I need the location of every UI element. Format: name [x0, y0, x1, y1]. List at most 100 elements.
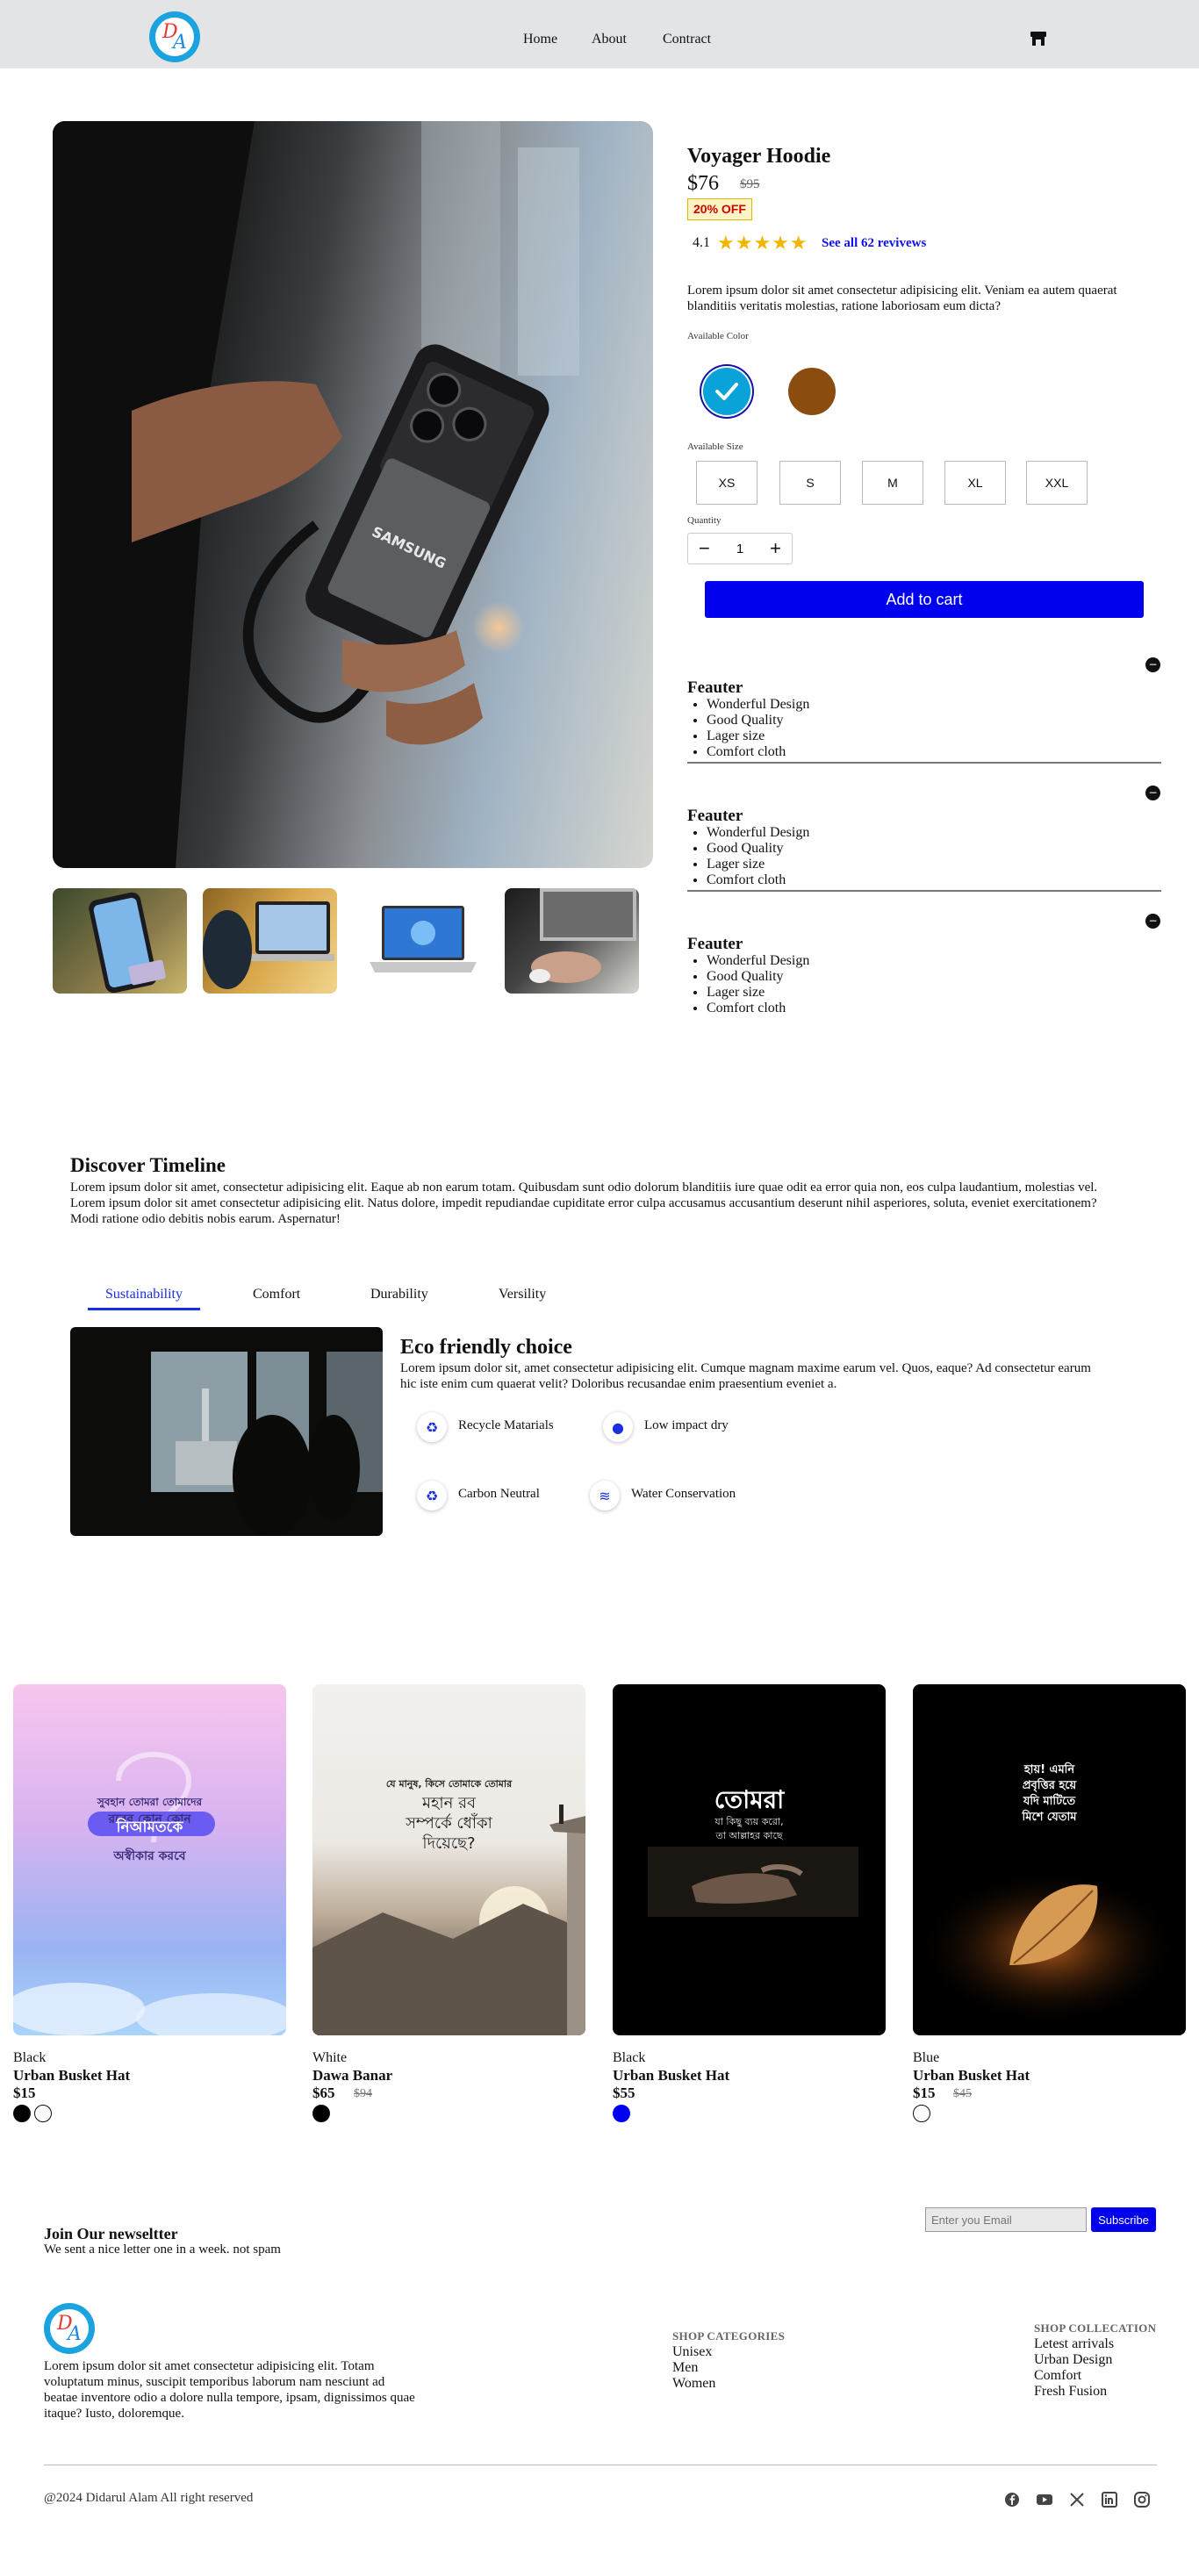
- feature-item: Wonderful Design: [707, 825, 1161, 841]
- size-option-xxl[interactable]: XXL: [1026, 461, 1088, 505]
- color-swatch-brown[interactable]: [788, 368, 836, 415]
- color-dot-white[interactable]: [913, 2105, 930, 2122]
- eco-item-label: Carbon Neutral: [458, 1487, 540, 1501]
- product-price: $76: [687, 172, 719, 195]
- tab-durability[interactable]: Durability: [370, 1287, 428, 1302]
- nav-about-link[interactable]: About: [592, 32, 627, 47]
- newsletter-title: Join Our newseltter: [44, 2225, 178, 2242]
- youtube-icon[interactable]: [1036, 2491, 1053, 2508]
- see-reviews-link[interactable]: See all 62 revivews: [822, 236, 926, 251]
- card-price: $15: [913, 2084, 936, 2101]
- laptop-mouse-photo: [529, 888, 636, 983]
- star-rating-icons: ★★★★★: [717, 232, 808, 254]
- size-label: Available Size: [687, 441, 743, 452]
- card-art-text: নিআমতকে: [116, 1819, 183, 1836]
- eco-image: [70, 1327, 383, 1536]
- thumbnail-1[interactable]: [53, 888, 187, 994]
- size-option-s[interactable]: S: [779, 461, 841, 505]
- collapse-icon[interactable]: −: [1145, 786, 1160, 800]
- size-option-xl[interactable]: XL: [944, 461, 1006, 505]
- feature-item: Lager size: [707, 728, 1161, 744]
- card-price: $15: [13, 2084, 36, 2101]
- collapse-icon[interactable]: −: [1145, 657, 1160, 672]
- footer-link[interactable]: Letest arrivals: [1034, 2336, 1114, 2352]
- card-color-label: Black: [13, 2050, 47, 2065]
- thumbnail-4[interactable]: [505, 888, 639, 994]
- linkedin-icon[interactable]: [1101, 2491, 1118, 2508]
- minus-icon[interactable]: −: [699, 539, 710, 558]
- tab-versility[interactable]: Versility: [499, 1287, 546, 1302]
- feature-item: Comfort cloth: [707, 744, 1161, 760]
- rating-value: 4.1: [693, 235, 710, 250]
- window-skyline-photo: [146, 1346, 383, 1536]
- product-card-image-2[interactable]: যে মানুষ, কিসে তোমাকে তোমার মহান রব সম্প…: [312, 1684, 585, 2035]
- thumbnail-2[interactable]: [203, 888, 337, 994]
- tab-sustainability[interactable]: Sustainability: [105, 1287, 183, 1302]
- add-to-cart-button[interactable]: Add to cart: [705, 581, 1144, 618]
- thumbnail-3[interactable]: [354, 888, 488, 994]
- site-header: DA Home About Contract: [0, 0, 1199, 68]
- footer-link[interactable]: Fresh Fusion: [1034, 2384, 1114, 2400]
- card-product-name[interactable]: Urban Busket Hat: [613, 2067, 729, 2084]
- plus-icon[interactable]: +: [770, 539, 781, 558]
- card-art-text: দিয়েছে?: [422, 1834, 476, 1853]
- card-product-name[interactable]: Urban Busket Hat: [13, 2067, 130, 2084]
- footer-link[interactable]: Unisex: [672, 2344, 715, 2360]
- card-product-name[interactable]: Urban Busket Hat: [913, 2067, 1030, 2084]
- feature-title: Feauter: [687, 935, 743, 953]
- product-card-image-4[interactable]: হায়! এমনি প্রবৃত্তির হয়ে যদি মাটিতে মি…: [913, 1684, 1186, 2035]
- card-product-name[interactable]: Dawa Banar: [312, 2067, 392, 2084]
- footer-link[interactable]: Urban Design: [1034, 2352, 1114, 2368]
- collapse-icon[interactable]: −: [1145, 914, 1160, 929]
- feature-item: Comfort cloth: [707, 872, 1161, 888]
- color-swatch-blue[interactable]: [703, 368, 750, 415]
- color-dot-blue[interactable]: [613, 2105, 630, 2122]
- size-option-xs[interactable]: XS: [696, 461, 757, 505]
- facebook-icon[interactable]: [1003, 2491, 1021, 2508]
- product-card-image-3[interactable]: তোমরা যা কিছু ব্যয় করো, তা আল্লাহর কাছে: [613, 1684, 886, 2035]
- copyright-text: @2024 Didarul Alam All right reserved: [44, 2491, 254, 2505]
- eco-item-label: Water Conservation: [631, 1487, 736, 1501]
- quantity-stepper: − 1 +: [687, 533, 793, 564]
- footer-categories-title: SHOP CATEGORIES: [672, 2329, 786, 2343]
- nav-contract-link[interactable]: Contract: [663, 32, 711, 47]
- nav-home-link[interactable]: Home: [523, 32, 557, 47]
- eco-item-label: Low impact dry: [644, 1418, 729, 1432]
- footer-link[interactable]: Comfort: [1034, 2368, 1114, 2384]
- footer-link[interactable]: Women: [672, 2376, 715, 2392]
- product-main-image[interactable]: SAMSUNG: [53, 121, 653, 868]
- shop-icon[interactable]: [1029, 30, 1048, 47]
- feature-divider: [687, 890, 1161, 892]
- tab-comfort[interactable]: Comfort: [253, 1287, 300, 1302]
- card-color-label: Blue: [913, 2050, 940, 2065]
- recycle-icon: ♻: [417, 1412, 447, 1442]
- product-old-price: $95: [740, 177, 760, 191]
- product-card-image-1[interactable]: সুবহান তোমরা তোমাদের রবের কোন কোন নিআমতক…: [13, 1684, 286, 2035]
- instagram-icon[interactable]: [1133, 2491, 1151, 2508]
- footer-link[interactable]: Men: [672, 2360, 715, 2376]
- card-color-label: Black: [613, 2050, 646, 2065]
- carbon-recycle-icon: ♻: [417, 1481, 447, 1510]
- footer-collection-title: SHOP COLLECATION: [1034, 2321, 1157, 2335]
- x-twitter-icon[interactable]: [1068, 2491, 1086, 2508]
- eco-title: Eco friendly choice: [400, 1336, 572, 1359]
- card-old-price: $45: [953, 2087, 972, 2100]
- drop-icon: ●: [603, 1412, 633, 1442]
- discount-badge: 20% OFF: [687, 198, 752, 220]
- feature-item: Good Quality: [707, 841, 1161, 857]
- color-dot-black[interactable]: [312, 2105, 330, 2122]
- card-price: $55: [613, 2084, 635, 2101]
- subscribe-button[interactable]: Subscribe: [1091, 2207, 1156, 2232]
- laptop-desk-photo: [203, 901, 334, 989]
- newsletter-subtitle: We sent a nice letter one in a week. not…: [44, 2242, 281, 2257]
- size-option-m[interactable]: M: [862, 461, 923, 505]
- email-field[interactable]: [925, 2207, 1087, 2232]
- color-dot-white[interactable]: [34, 2105, 52, 2122]
- brand-logo[interactable]: DA: [149, 11, 200, 62]
- footer-logo[interactable]: DA: [44, 2303, 95, 2354]
- water-wave-icon: ≋: [590, 1481, 620, 1510]
- card-old-price: $94: [354, 2087, 372, 2100]
- feature-item: Wonderful Design: [707, 953, 1161, 969]
- feature-item: Lager size: [707, 985, 1161, 1001]
- color-dot-black[interactable]: [13, 2105, 31, 2122]
